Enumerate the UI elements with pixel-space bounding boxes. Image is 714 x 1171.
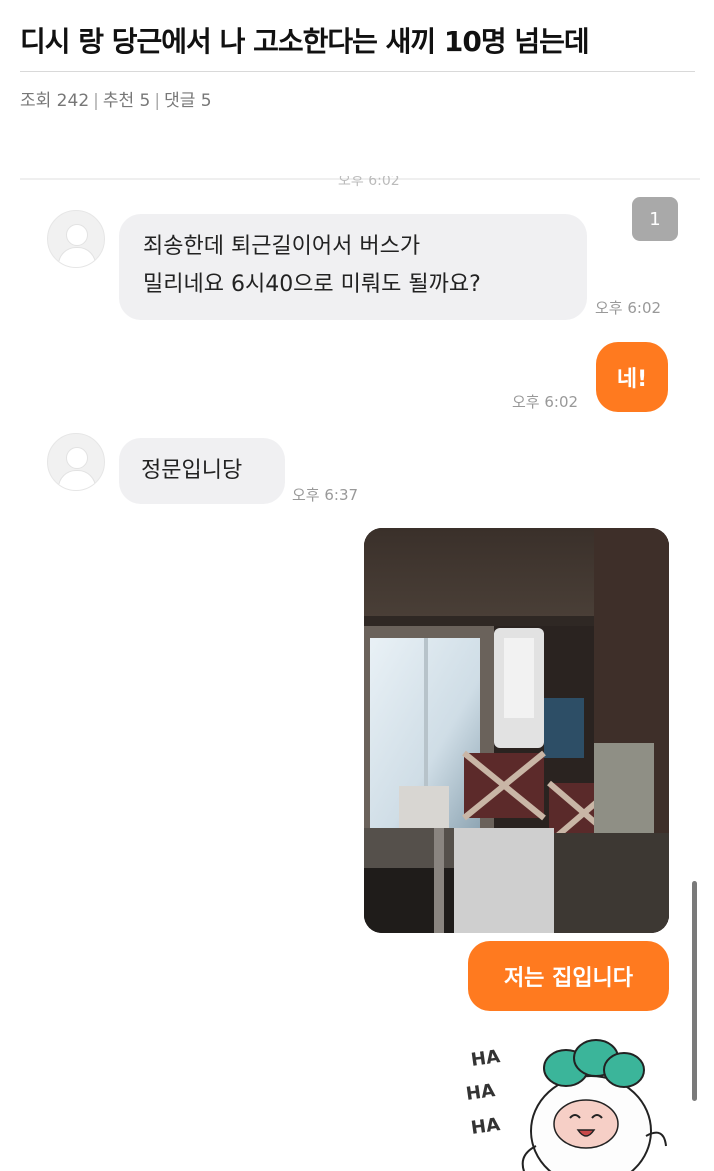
unread-count-badge: 1 xyxy=(632,197,678,241)
message-time: 오후 6:02 xyxy=(595,299,662,317)
chat-screenshot: 오후 6:02 1 죄송한데 퇴근길이어서 버스가 밀리네요 6시40으로 미뤄… xyxy=(20,176,700,1171)
post-title: 디시 랑 당근에서 나 고소한다는 새끼 10명 넘는데 xyxy=(20,25,590,58)
message-text: 정문입니당 xyxy=(141,458,243,483)
laughing-character-sticker: HA HA HA xyxy=(464,1036,686,1171)
message-time: 오후 6:02 xyxy=(512,393,579,411)
meta-separator: | xyxy=(93,91,99,111)
title-divider xyxy=(20,71,695,72)
message-line: 밀리네요 6시40으로 미뤄도 될까요? xyxy=(143,272,481,297)
avatar[interactable] xyxy=(47,210,105,268)
sticker-ha-text: HA xyxy=(464,1080,497,1105)
recommend-count: 추천 5 xyxy=(102,91,151,111)
avatar-head-icon xyxy=(66,224,88,246)
message-text: 네! xyxy=(616,367,648,392)
avatar-body-icon xyxy=(58,247,96,267)
sticker-character-icon xyxy=(521,1039,667,1171)
cut-off-timestamp: 오후 6:02 xyxy=(338,176,400,189)
message-time: 오후 6:37 xyxy=(292,486,359,504)
avatar[interactable] xyxy=(47,433,105,491)
message-text: 저는 집입니다 xyxy=(503,966,634,991)
post-meta: 조회 242 | 추천 5 | 댓글 5 xyxy=(20,86,212,111)
view-count: 조회 242 xyxy=(20,91,90,111)
outgoing-message-bubble: 저는 집입니다 xyxy=(468,941,669,1011)
scrollbar[interactable] xyxy=(692,881,697,1101)
meta-separator: | xyxy=(154,91,161,111)
comment-count[interactable]: 댓글 5 xyxy=(164,91,212,111)
sticker-ha-text: HA xyxy=(469,1046,502,1071)
avatar-body-icon xyxy=(58,470,96,490)
message-line: 죄송한데 퇴근길이어서 버스가 xyxy=(143,234,421,259)
room-photo-image xyxy=(364,528,669,933)
sticker-ha-text: HA xyxy=(469,1114,502,1139)
incoming-message-bubble: 죄송한데 퇴근길이어서 버스가 밀리네요 6시40으로 미뤄도 될까요? xyxy=(119,214,587,320)
outgoing-message-bubble: 네! xyxy=(596,342,668,412)
incoming-message-bubble: 정문입니당 xyxy=(119,438,285,504)
avatar-head-icon xyxy=(66,447,88,469)
room-photo[interactable] xyxy=(364,528,669,933)
